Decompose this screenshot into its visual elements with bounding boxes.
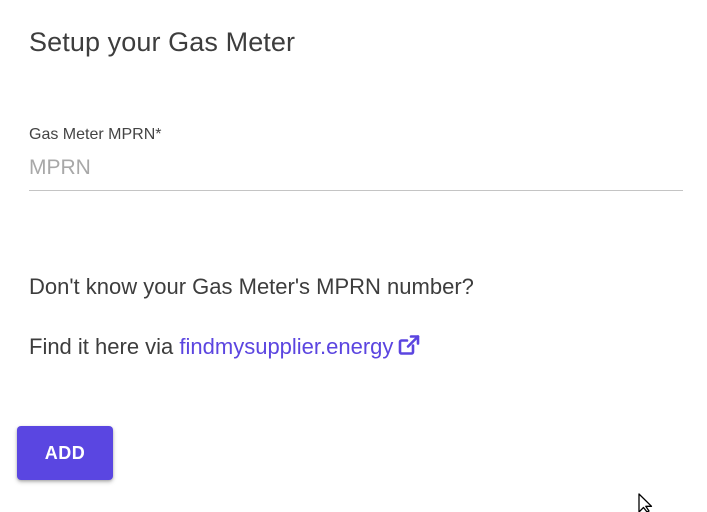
page-title: Setup your Gas Meter: [29, 27, 296, 57]
add-button[interactable]: ADD: [17, 426, 113, 480]
mprn-input[interactable]: [29, 156, 683, 191]
findmysupplier-link-text: findmysupplier.energy: [179, 334, 394, 359]
findmysupplier-link[interactable]: findmysupplier.energy: [179, 334, 421, 359]
mprn-help-question: Don't know your Gas Meter's MPRN number?: [29, 274, 474, 299]
find-prefix: Find it here via: [29, 334, 180, 359]
mouse-cursor-icon: [638, 493, 658, 512]
gas-meter-setup-page: Setup your Gas Meter Gas Meter MPRN* Don…: [0, 0, 707, 512]
mprn-field: Gas Meter MPRN*: [29, 126, 683, 191]
mprn-label: Gas Meter MPRN*: [29, 126, 162, 143]
external-link-icon: [397, 334, 421, 362]
mprn-help-find: Find it here via findmysupplier.energy: [29, 334, 421, 362]
